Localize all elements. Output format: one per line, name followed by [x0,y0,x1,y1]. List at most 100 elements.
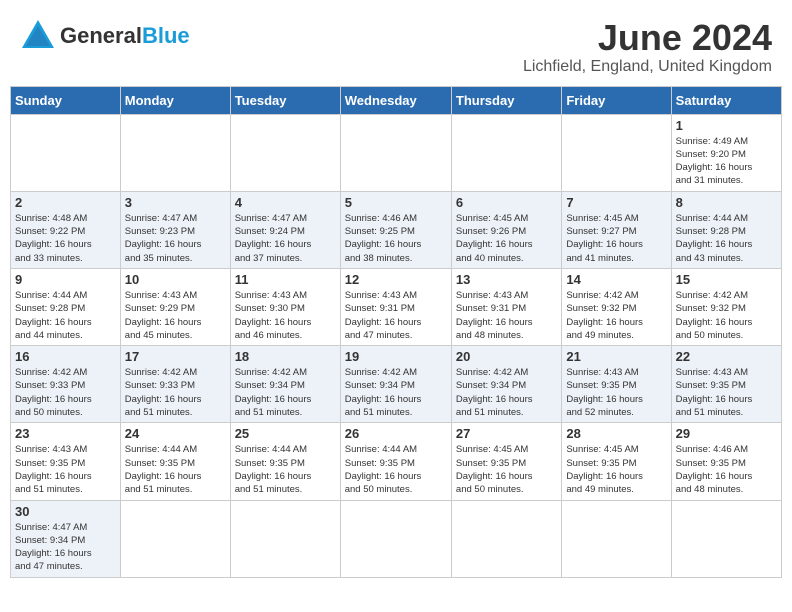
calendar-cell: 28 Sunrise: 4:45 AM Sunset: 9:35 PM Dayli… [562,423,671,500]
logo: GeneralBlue [20,18,190,54]
day-info: Sunrise: 4:47 AM Sunset: 9:24 PM Dayligh… [235,212,336,265]
day-number: 30 [15,504,116,519]
calendar-cell: 12 Sunrise: 4:43 AM Sunset: 9:31 PM Dayli… [340,268,451,345]
calendar-week-row: 2Sunrise: 4:48 AM Sunset: 9:22 PM Daylig… [11,191,782,268]
calendar-cell [671,500,781,577]
calendar-week-row: 23Sunrise: 4:43 AM Sunset: 9:35 PM Dayli… [11,423,782,500]
day-number: 23 [15,426,116,441]
calendar-cell [230,114,340,191]
day-info: Sunrise: 4:44 AM Sunset: 9:35 PM Dayligh… [125,443,226,496]
day-number: 25 [235,426,336,441]
calendar-cell: 27 Sunrise: 4:45 AM Sunset: 9:35 PM Dayli… [451,423,561,500]
calendar-cell: 16 Sunrise: 4:42 AM Sunset: 9:33 PM Dayli… [11,346,121,423]
day-info: Sunrise: 4:49 AM Sunset: 9:20 PM Dayligh… [676,135,777,188]
calendar-cell: 14 Sunrise: 4:42 AM Sunset: 9:32 PM Dayli… [562,268,671,345]
calendar-cell [230,500,340,577]
calendar-cell: 22Sunrise: 4:43 AM Sunset: 9:35 PM Dayli… [671,346,781,423]
calendar-cell: 5Sunrise: 4:46 AM Sunset: 9:25 PM Daylig… [340,191,451,268]
day-info: Sunrise: 4:42 AM Sunset: 9:32 PM Dayligh… [566,289,666,342]
calendar-table: SundayMondayTuesdayWednesdayThursdayFrid… [10,86,782,578]
calendar-cell: 1 Sunrise: 4:49 AM Sunset: 9:20 PM Daylig… [671,114,781,191]
day-number: 22 [676,349,777,364]
calendar-cell: 20Sunrise: 4:42 AM Sunset: 9:34 PM Dayli… [451,346,561,423]
day-info: Sunrise: 4:42 AM Sunset: 9:33 PM Dayligh… [15,366,116,419]
calendar-week-row: 9 Sunrise: 4:44 AM Sunset: 9:28 PM Daylig… [11,268,782,345]
day-number: 15 [676,272,777,287]
day-info: Sunrise: 4:43 AM Sunset: 9:35 PM Dayligh… [566,366,666,419]
calendar-cell: 4 Sunrise: 4:47 AM Sunset: 9:24 PM Daylig… [230,191,340,268]
calendar-cell [120,500,230,577]
weekday-header-monday: Monday [120,86,230,114]
calendar-cell: 7Sunrise: 4:45 AM Sunset: 9:27 PM Daylig… [562,191,671,268]
day-number: 26 [345,426,447,441]
day-info: Sunrise: 4:46 AM Sunset: 9:25 PM Dayligh… [345,212,447,265]
day-info: Sunrise: 4:48 AM Sunset: 9:22 PM Dayligh… [15,212,116,265]
day-number: 1 [676,118,777,133]
calendar-cell: 25Sunrise: 4:44 AM Sunset: 9:35 PM Dayli… [230,423,340,500]
calendar-cell: 3Sunrise: 4:47 AM Sunset: 9:23 PM Daylig… [120,191,230,268]
day-number: 4 [235,195,336,210]
weekday-header-friday: Friday [562,86,671,114]
day-number: 19 [345,349,447,364]
day-number: 13 [456,272,557,287]
calendar-cell: 10 Sunrise: 4:43 AM Sunset: 9:29 PM Dayli… [120,268,230,345]
calendar-cell: 24 Sunrise: 4:44 AM Sunset: 9:35 PM Dayli… [120,423,230,500]
day-info: Sunrise: 4:43 AM Sunset: 9:31 PM Dayligh… [456,289,557,342]
day-info: Sunrise: 4:44 AM Sunset: 9:28 PM Dayligh… [15,289,116,342]
weekday-header-sunday: Sunday [11,86,121,114]
calendar-cell: 2Sunrise: 4:48 AM Sunset: 9:22 PM Daylig… [11,191,121,268]
calendar-cell: 13 Sunrise: 4:43 AM Sunset: 9:31 PM Dayli… [451,268,561,345]
day-number: 20 [456,349,557,364]
day-info: Sunrise: 4:45 AM Sunset: 9:35 PM Dayligh… [456,443,557,496]
calendar-cell: 26 Sunrise: 4:44 AM Sunset: 9:35 PM Dayli… [340,423,451,500]
day-info: Sunrise: 4:45 AM Sunset: 9:35 PM Dayligh… [566,443,666,496]
calendar-cell [451,114,561,191]
logo-text: GeneralBlue [60,23,190,49]
calendar-cell [340,114,451,191]
day-info: Sunrise: 4:43 AM Sunset: 9:31 PM Dayligh… [345,289,447,342]
day-info: Sunrise: 4:43 AM Sunset: 9:30 PM Dayligh… [235,289,336,342]
day-info: Sunrise: 4:43 AM Sunset: 9:29 PM Dayligh… [125,289,226,342]
calendar-cell: 15 Sunrise: 4:42 AM Sunset: 9:32 PM Dayli… [671,268,781,345]
day-info: Sunrise: 4:47 AM Sunset: 9:34 PM Dayligh… [15,521,116,574]
day-number: 29 [676,426,777,441]
day-info: Sunrise: 4:42 AM Sunset: 9:32 PM Dayligh… [676,289,777,342]
day-number: 14 [566,272,666,287]
day-number: 12 [345,272,447,287]
calendar-cell: 6Sunrise: 4:45 AM Sunset: 9:26 PM Daylig… [451,191,561,268]
day-number: 16 [15,349,116,364]
calendar-cell: 18 Sunrise: 4:42 AM Sunset: 9:34 PM Dayli… [230,346,340,423]
month-title: June 2024 [523,18,772,58]
day-number: 11 [235,272,336,287]
day-number: 6 [456,195,557,210]
calendar-cell [340,500,451,577]
day-info: Sunrise: 4:45 AM Sunset: 9:27 PM Dayligh… [566,212,666,265]
weekday-header-saturday: Saturday [671,86,781,114]
day-number: 24 [125,426,226,441]
day-number: 10 [125,272,226,287]
page-header: GeneralBlue June 2024 Lichfield, England… [10,10,782,80]
calendar-cell: 17Sunrise: 4:42 AM Sunset: 9:33 PM Dayli… [120,346,230,423]
day-number: 27 [456,426,557,441]
weekday-header-tuesday: Tuesday [230,86,340,114]
day-number: 18 [235,349,336,364]
logo-icon: GeneralBlue [20,18,190,54]
day-number: 17 [125,349,226,364]
calendar-cell [562,500,671,577]
day-number: 28 [566,426,666,441]
calendar-cell: 9 Sunrise: 4:44 AM Sunset: 9:28 PM Daylig… [11,268,121,345]
calendar-cell: 30 Sunrise: 4:47 AM Sunset: 9:34 PM Dayli… [11,500,121,577]
day-info: Sunrise: 4:42 AM Sunset: 9:34 PM Dayligh… [235,366,336,419]
calendar-cell: 11 Sunrise: 4:43 AM Sunset: 9:30 PM Dayli… [230,268,340,345]
day-number: 9 [15,272,116,287]
location-title: Lichfield, England, United Kingdom [523,58,772,76]
calendar-cell: 21Sunrise: 4:43 AM Sunset: 9:35 PM Dayli… [562,346,671,423]
day-info: Sunrise: 4:46 AM Sunset: 9:35 PM Dayligh… [676,443,777,496]
calendar-week-row: 30 Sunrise: 4:47 AM Sunset: 9:34 PM Dayli… [11,500,782,577]
weekday-header-wednesday: Wednesday [340,86,451,114]
weekday-header-row: SundayMondayTuesdayWednesdayThursdayFrid… [11,86,782,114]
calendar-cell: 19Sunrise: 4:42 AM Sunset: 9:34 PM Dayli… [340,346,451,423]
day-info: Sunrise: 4:44 AM Sunset: 9:35 PM Dayligh… [345,443,447,496]
day-info: Sunrise: 4:47 AM Sunset: 9:23 PM Dayligh… [125,212,226,265]
day-number: 8 [676,195,777,210]
